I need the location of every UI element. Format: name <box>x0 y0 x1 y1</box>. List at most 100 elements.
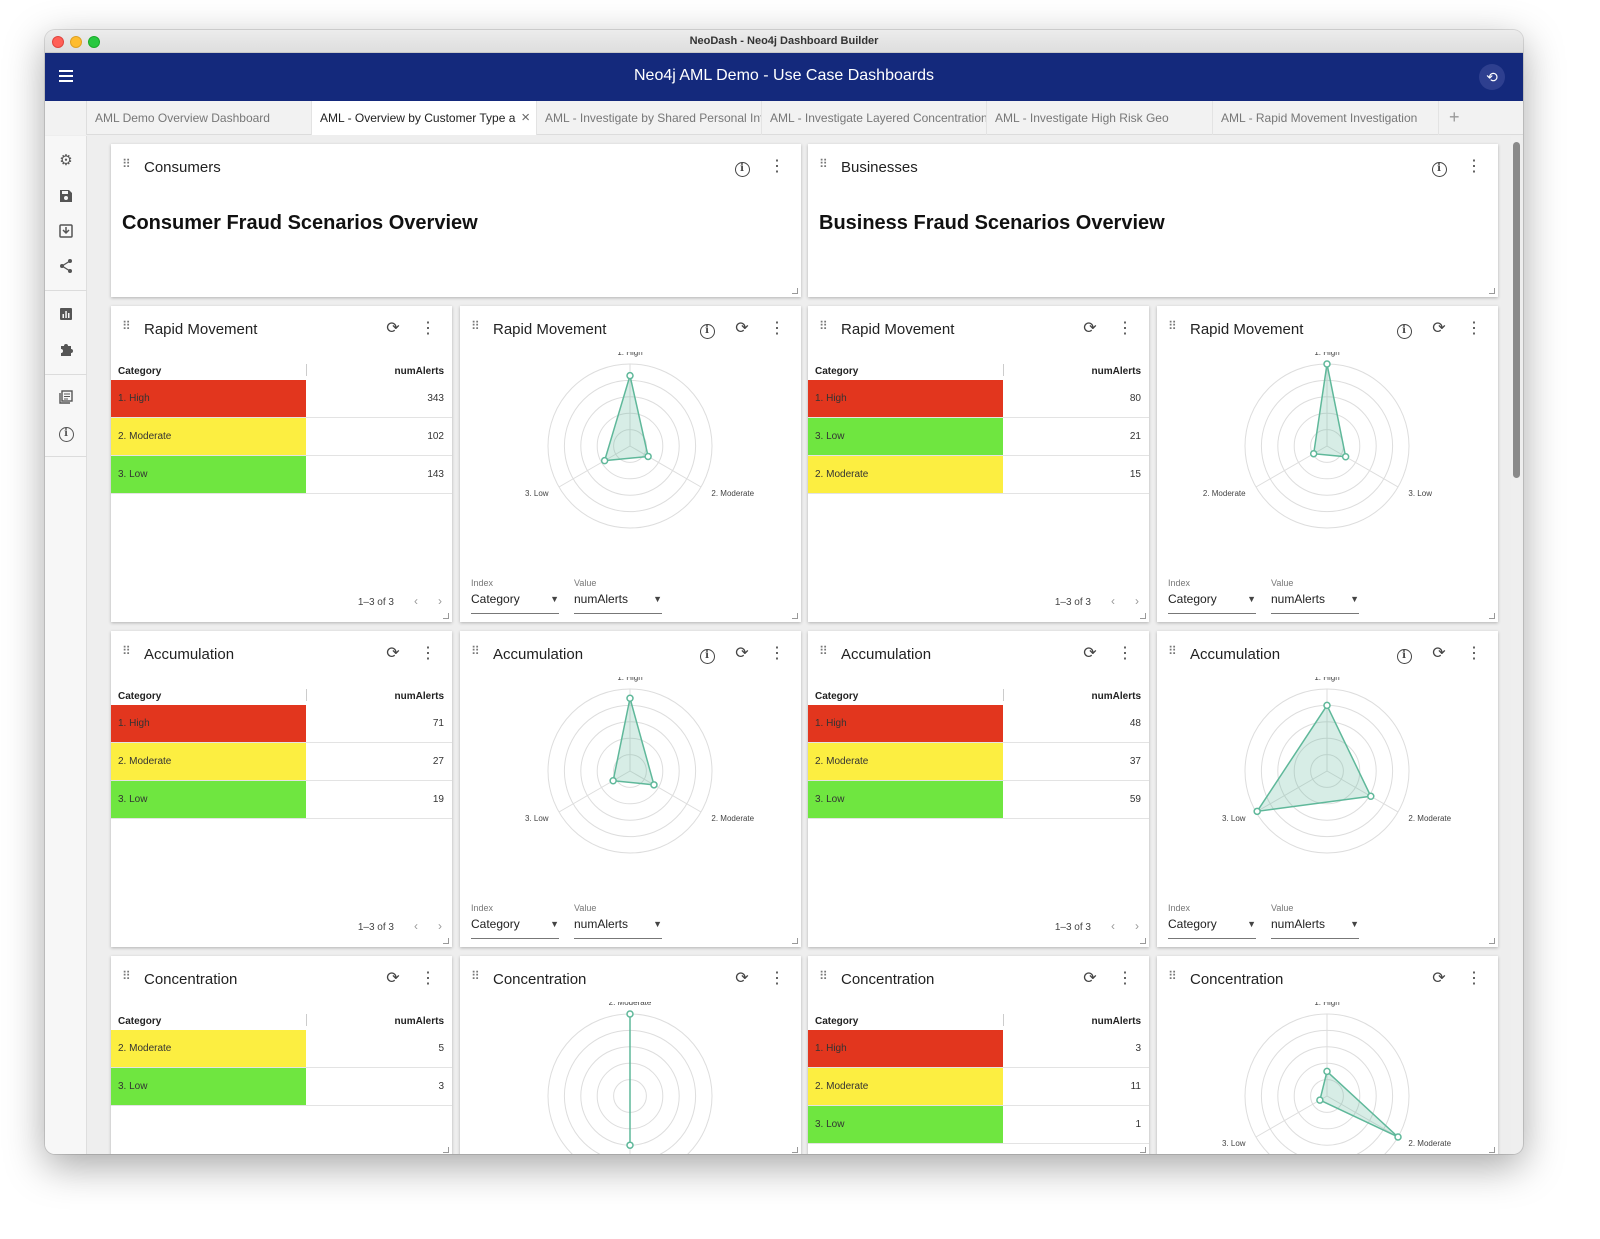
radar-point[interactable] <box>626 1141 634 1149</box>
table-row[interactable]: 2. Moderate 37 <box>808 743 1149 781</box>
refresh-icon[interactable]: ⟳ <box>1081 970 1099 988</box>
table-row[interactable]: 2. Moderate 102 <box>111 418 452 456</box>
table-row[interactable]: 2. Moderate 11 <box>808 1068 1149 1106</box>
more-icon[interactable]: ⋮ <box>1465 645 1483 663</box>
radar-point[interactable] <box>1367 792 1375 801</box>
radar-point[interactable] <box>644 452 652 461</box>
table-row[interactable]: 3. Low 19 <box>111 781 452 819</box>
dropdown-arrow-icon[interactable]: ▼ <box>1247 594 1256 604</box>
more-icon[interactable]: ⋮ <box>419 970 437 988</box>
radar-point[interactable] <box>1309 449 1318 458</box>
resize-handle[interactable] <box>1489 288 1495 294</box>
more-icon[interactable]: ⋮ <box>1465 158 1483 176</box>
dropdown-arrow-icon[interactable]: ▼ <box>653 919 662 929</box>
table-row[interactable]: 1. High 3 <box>808 1030 1149 1068</box>
about-icon[interactable]: i <box>58 424 74 442</box>
dropdown-arrow-icon[interactable]: ▼ <box>550 594 559 604</box>
radar-point[interactable] <box>1253 807 1261 816</box>
table-row[interactable]: 3. Low 1 <box>808 1106 1149 1144</box>
drag-handle-icon[interactable]: ⠿ <box>471 645 481 657</box>
drag-handle-icon[interactable]: ⠿ <box>819 970 829 982</box>
drag-handle-icon[interactable]: ⠿ <box>1168 970 1178 982</box>
column-header-numalerts[interactable]: numAlerts <box>1092 1016 1141 1027</box>
radar-point[interactable] <box>1316 1096 1324 1104</box>
refresh-icon[interactable]: ⟳ <box>1081 645 1099 663</box>
add-tab-icon[interactable]: + <box>1449 107 1460 128</box>
documentation-icon[interactable] <box>58 389 74 405</box>
next-page-icon[interactable]: › <box>1135 919 1139 933</box>
index-select[interactable]: Index Category ▼ <box>471 903 559 939</box>
more-icon[interactable]: ⋮ <box>1465 970 1483 988</box>
more-icon[interactable]: ⋮ <box>419 320 437 338</box>
radar-point[interactable] <box>626 1010 634 1018</box>
more-icon[interactable]: ⋮ <box>1465 320 1483 338</box>
table-row[interactable]: 1. High 48 <box>808 705 1149 743</box>
refresh-icon[interactable]: ⟳ <box>733 320 751 338</box>
column-header-numalerts[interactable]: numAlerts <box>1092 691 1141 702</box>
column-header-category[interactable]: Category <box>815 1016 858 1027</box>
more-icon[interactable]: ⋮ <box>768 158 786 176</box>
radar-series-area[interactable] <box>1312 363 1347 458</box>
tab-overview-by-customer-type[interactable]: AML - Overview by Customer Type a × <box>312 101 537 135</box>
resize-handle[interactable] <box>443 1147 449 1153</box>
refresh-icon[interactable]: ⟳ <box>733 970 751 988</box>
reports-icon[interactable] <box>58 306 74 322</box>
more-icon[interactable]: ⋮ <box>1116 645 1134 663</box>
index-select[interactable]: Index Category ▼ <box>1168 903 1256 939</box>
next-page-icon[interactable]: › <box>438 919 442 933</box>
column-header-category[interactable]: Category <box>118 1016 161 1027</box>
column-header-numalerts[interactable]: numAlerts <box>395 691 444 702</box>
value-select[interactable]: Value numAlerts ▼ <box>574 903 662 939</box>
radar-point[interactable] <box>609 776 617 785</box>
info-icon[interactable]: i <box>698 320 716 339</box>
value-select[interactable]: Value numAlerts ▼ <box>574 578 662 614</box>
radar-series-area[interactable] <box>1319 1069 1399 1138</box>
resize-handle[interactable] <box>1140 1147 1146 1153</box>
resize-handle[interactable] <box>1489 938 1495 944</box>
info-icon[interactable]: i <box>1395 645 1413 664</box>
scrollbar[interactable] <box>1511 136 1521 1154</box>
resize-handle[interactable] <box>1140 938 1146 944</box>
radar-point[interactable] <box>600 456 609 465</box>
column-header-numalerts[interactable]: numAlerts <box>395 1016 444 1027</box>
table-row[interactable]: 2. Moderate 5 <box>111 1030 452 1068</box>
table-row[interactable]: 3. Low 59 <box>808 781 1149 819</box>
refresh-icon[interactable]: ⟳ <box>384 645 402 663</box>
previous-page-icon[interactable]: ‹ <box>1111 919 1115 933</box>
dropdown-arrow-icon[interactable]: ▼ <box>1247 919 1256 929</box>
load-icon[interactable] <box>58 223 74 239</box>
drag-handle-icon[interactable]: ⠿ <box>122 645 132 657</box>
refresh-icon[interactable]: ⟳ <box>733 645 751 663</box>
refresh-icon[interactable]: ⟳ <box>384 970 402 988</box>
refresh-icon[interactable]: ⟳ <box>1081 320 1099 338</box>
resize-handle[interactable] <box>1140 613 1146 619</box>
radar-series-area[interactable] <box>603 372 650 462</box>
dropdown-arrow-icon[interactable]: ▼ <box>1350 919 1359 929</box>
more-icon[interactable]: ⋮ <box>768 320 786 338</box>
info-icon[interactable]: i <box>733 158 751 177</box>
dropdown-arrow-icon[interactable]: ▼ <box>550 919 559 929</box>
value-select[interactable]: Value numAlerts ▼ <box>1271 903 1359 939</box>
tab-layered-concentration[interactable]: AML - Investigate Layered Concentration <box>762 101 987 135</box>
info-icon[interactable]: i <box>698 645 716 664</box>
drag-handle-icon[interactable]: ⠿ <box>819 320 829 332</box>
tab-overview-dashboard[interactable]: AML Demo Overview Dashboard <box>87 101 312 135</box>
column-header-category[interactable]: Category <box>815 366 858 377</box>
drag-handle-icon[interactable]: ⠿ <box>122 970 132 982</box>
table-row[interactable]: 3. Low 3 <box>111 1068 452 1106</box>
dashboard-title[interactable]: Neo4j AML Demo - Use Case Dashboards <box>45 67 1523 85</box>
radar-point[interactable] <box>1323 360 1331 368</box>
radar-point[interactable] <box>1323 701 1331 710</box>
extensions-icon[interactable] <box>58 341 74 357</box>
more-icon[interactable]: ⋮ <box>768 970 786 988</box>
next-page-icon[interactable]: › <box>1135 594 1139 608</box>
index-select[interactable]: Index Category ▼ <box>1168 578 1256 614</box>
connection-icon[interactable]: ⟲ <box>1479 64 1505 90</box>
index-select[interactable]: Index Category ▼ <box>471 578 559 614</box>
scrollbar-thumb[interactable] <box>1513 142 1520 478</box>
close-icon[interactable]: × <box>521 109 530 126</box>
resize-handle[interactable] <box>1489 1147 1495 1153</box>
dropdown-arrow-icon[interactable]: ▼ <box>1350 594 1359 604</box>
tab-shared-personal-info[interactable]: AML - Investigate by Shared Personal Inf <box>537 101 762 135</box>
table-row[interactable]: 3. Low 21 <box>808 418 1149 456</box>
